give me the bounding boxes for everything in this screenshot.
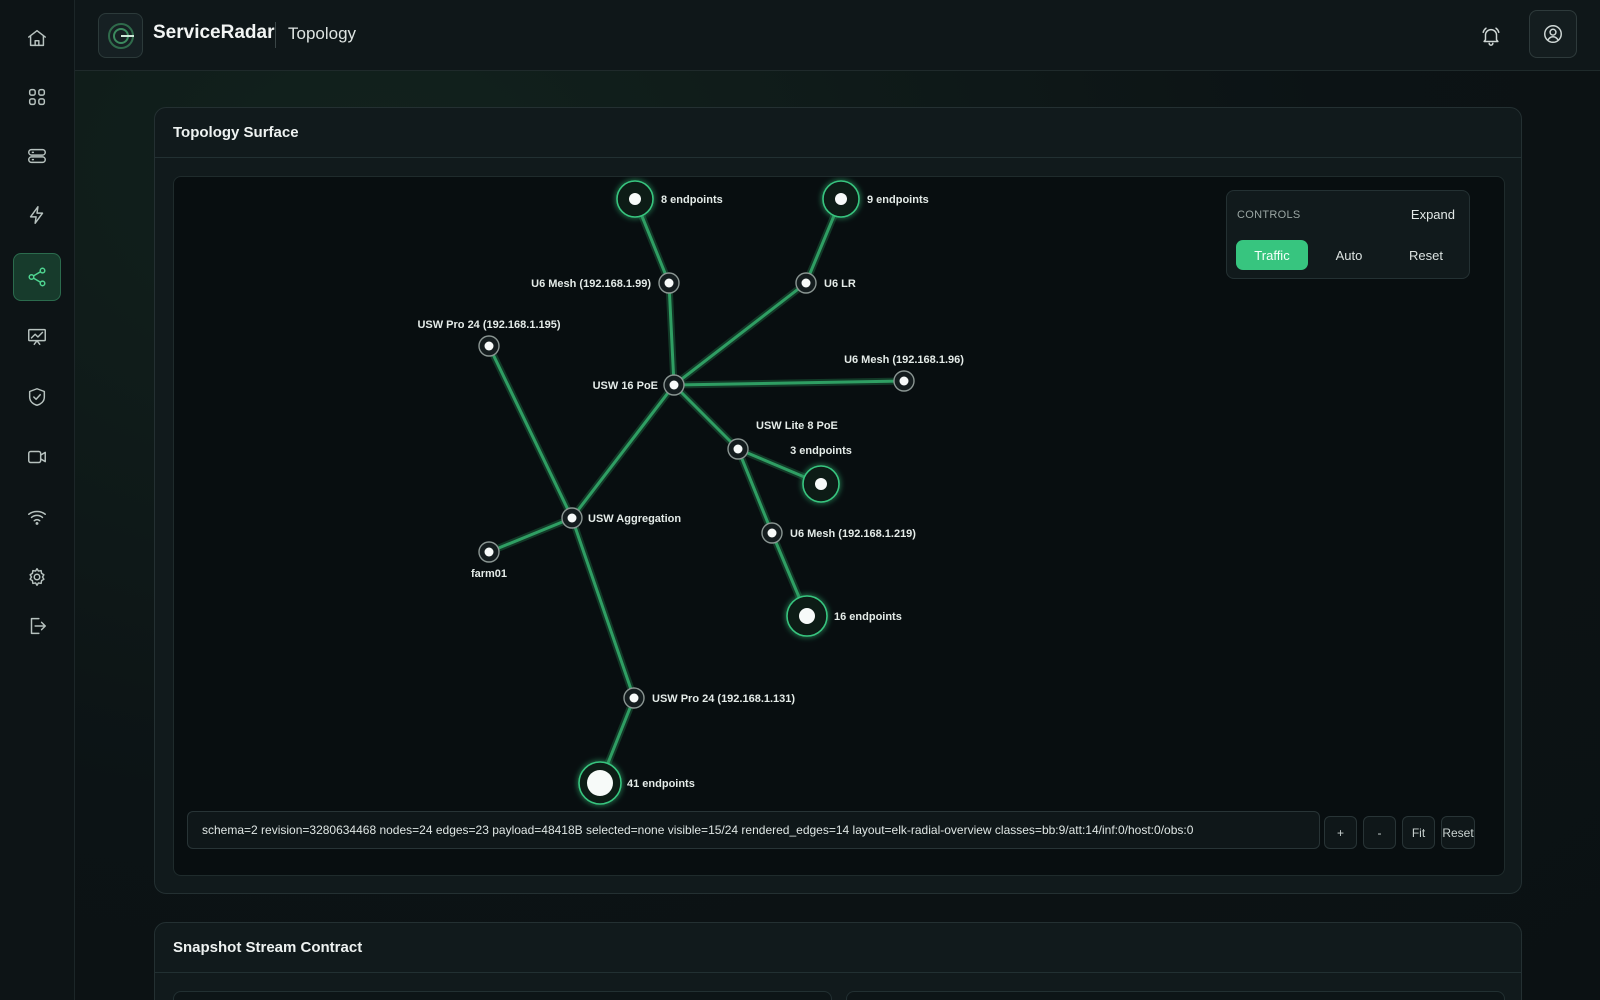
snapshot-title: Snapshot Stream Contract — [173, 939, 363, 956]
card-divider — [155, 157, 1521, 158]
node-label: U6 LR — [824, 278, 856, 290]
topology-edge[interactable] — [487, 516, 574, 554]
shield-icon — [28, 388, 46, 406]
zoom-in-button[interactable]: + — [1324, 816, 1357, 849]
device-node[interactable]: USW Pro 24 (192.168.1.195) — [417, 319, 561, 357]
nav-devices[interactable] — [13, 132, 61, 180]
breadcrumb: Topology — [288, 24, 357, 43]
top-header: ServiceRadar Topology — [75, 0, 1600, 71]
nav-analytics[interactable] — [13, 313, 61, 361]
nav-logout[interactable] — [13, 602, 61, 650]
nav-dashboard[interactable] — [13, 73, 61, 121]
card-title: Topology Surface — [173, 124, 299, 141]
node-label: 41 endpoints — [627, 778, 695, 790]
notifications-button[interactable] — [1473, 18, 1509, 54]
nav-events[interactable] — [13, 191, 61, 239]
auto-button[interactable]: Auto — [1313, 240, 1385, 270]
header-divider — [275, 22, 276, 48]
camera-icon — [28, 450, 46, 464]
node-label: 8 endpoints — [661, 194, 723, 206]
nav-home[interactable] — [13, 14, 61, 62]
node-label: USW Aggregation — [588, 513, 681, 525]
nav-wireless[interactable] — [13, 493, 61, 541]
node-label: 3 endpoints — [790, 445, 852, 457]
radar-logo-icon — [107, 22, 134, 49]
topology-edge[interactable] — [672, 383, 740, 451]
expand-button[interactable]: Expand — [1411, 207, 1455, 222]
endpoint-cluster-node[interactable]: 9 endpoints — [822, 180, 929, 218]
node-label: 9 endpoints — [867, 194, 929, 206]
lightning-icon — [29, 206, 44, 224]
bell-icon — [1482, 27, 1500, 46]
device-node[interactable]: U6 Mesh (192.168.1.96) — [844, 354, 964, 392]
user-circle-icon — [1544, 25, 1562, 43]
topology-status-bar: schema=2 revision=3280634468 nodes=24 ed… — [187, 811, 1320, 849]
endpoint-cluster-node[interactable]: 41 endpoints — [578, 761, 695, 805]
wifi-icon — [28, 510, 46, 525]
zoom-out-button[interactable]: - — [1363, 816, 1396, 849]
device-node[interactable]: USW Pro 24 (192.168.1.131) — [623, 687, 795, 709]
nav-topology[interactable] — [13, 253, 61, 301]
user-menu-button[interactable] — [1529, 10, 1577, 58]
topology-card: Topology Surface 8 endpoints 9 endpoints U… — [154, 107, 1522, 894]
endpoint-cluster-node[interactable]: 16 endpoints — [786, 595, 902, 637]
node-label: USW Pro 24 (192.168.1.131) — [652, 693, 795, 705]
reset-layout-button[interactable]: Reset — [1390, 240, 1462, 270]
device-node[interactable]: USW Aggregation — [561, 507, 681, 529]
node-label: U6 Mesh (192.168.1.219) — [790, 528, 916, 540]
gear-icon — [29, 568, 45, 586]
node-label: farm01 — [471, 568, 507, 580]
fit-button[interactable]: Fit — [1402, 816, 1435, 849]
database-icon — [28, 148, 46, 164]
snapshot-right-panel — [846, 991, 1505, 1000]
grid-icon — [28, 88, 46, 106]
chart-board-icon — [28, 328, 46, 346]
brand-name: ServiceRadar — [153, 22, 275, 43]
logout-icon — [30, 617, 46, 635]
topology-edge[interactable] — [487, 344, 574, 520]
snapshot-card: Snapshot Stream Contract — [154, 922, 1522, 1000]
nav-cameras[interactable] — [13, 433, 61, 481]
share-icon — [28, 267, 46, 287]
topology-edge[interactable] — [570, 516, 636, 700]
controls-panel: CONTROLS Expand Traffic Auto Reset — [1226, 190, 1470, 279]
node-label: U6 Mesh (192.168.1.96) — [844, 354, 964, 366]
snapshot-divider — [155, 972, 1521, 973]
device-node[interactable]: U6 LR — [795, 272, 856, 294]
controls-title: CONTROLS — [1237, 209, 1301, 221]
nav-security[interactable] — [13, 373, 61, 421]
snapshot-left-panel — [173, 991, 832, 1000]
topology-edge[interactable] — [672, 281, 808, 387]
topology-graph[interactable]: 8 endpoints 9 endpoints U6 Mesh (192.168.1… — [174, 177, 1505, 876]
home-icon — [28, 29, 46, 47]
node-label: USW 16 PoE — [593, 380, 658, 392]
traffic-toggle[interactable]: Traffic — [1236, 240, 1308, 270]
node-label: USW Pro 24 (192.168.1.195) — [417, 319, 560, 331]
nav-settings[interactable] — [13, 553, 61, 601]
sidebar — [0, 0, 75, 1000]
app-logo[interactable] — [98, 13, 143, 58]
topology-edge[interactable] — [570, 383, 676, 520]
topology-canvas[interactable]: 8 endpoints 9 endpoints U6 Mesh (192.168.1… — [173, 176, 1505, 876]
reset-zoom-button[interactable]: Reset — [1441, 816, 1475, 849]
device-node[interactable]: U6 Mesh (192.168.1.219) — [761, 522, 916, 544]
device-node[interactable]: USW 16 PoE — [593, 374, 685, 396]
node-label: 16 endpoints — [834, 611, 902, 623]
endpoint-cluster-node[interactable]: 8 endpoints — [616, 180, 723, 218]
node-label: U6 Mesh (192.168.1.99) — [531, 278, 651, 290]
node-label: USW Lite 8 PoE — [756, 420, 838, 432]
device-node[interactable]: U6 Mesh (192.168.1.99) — [531, 272, 680, 294]
